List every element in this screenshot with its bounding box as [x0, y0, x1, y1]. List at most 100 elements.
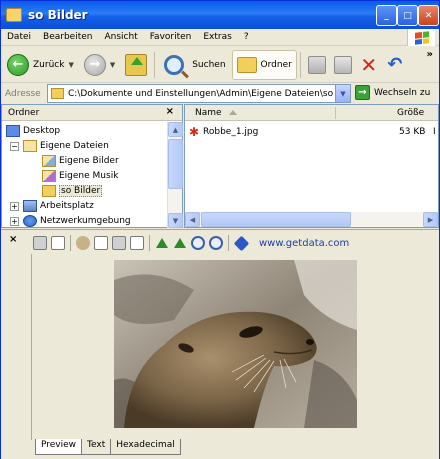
tree-item-label: Eigene Dateien — [40, 141, 109, 151]
folder-pane-close-button[interactable]: × — [166, 106, 174, 117]
view-icon[interactable] — [76, 236, 90, 250]
scroll-right-icon[interactable]: ▶ — [423, 212, 438, 227]
copy-to-icon[interactable] — [333, 55, 352, 74]
tree-item-label: Eigene Musik — [59, 171, 119, 181]
address-dropdown-icon[interactable]: ▼ — [335, 85, 350, 102]
search-label: Suchen — [192, 59, 226, 70]
go-button[interactable]: → Wechseln zu — [355, 85, 430, 100]
column-header-size[interactable]: Größe — [397, 108, 424, 118]
properties-icon[interactable] — [51, 236, 65, 250]
menu-bar: Datei Bearbeiten Ansicht Favoriten Extra… — [1, 29, 439, 46]
jpg-file-icon: ✱ — [189, 125, 200, 139]
forward-arrow-icon: → — [83, 53, 106, 76]
maximize-button[interactable]: □ — [397, 5, 418, 26]
tab-preview[interactable]: Preview — [35, 439, 83, 455]
undo-icon[interactable]: ↶ — [386, 54, 404, 75]
open-folder-icon — [42, 185, 56, 197]
tree-item-eigene-bilder[interactable]: Eigene Bilder — [42, 154, 119, 168]
tree-item-eigene-musik[interactable]: Eigene Musik — [42, 169, 118, 183]
delete-icon[interactable]: ✕ — [360, 53, 378, 77]
menu-datei[interactable]: Datei — [1, 32, 37, 42]
menu-ansicht[interactable]: Ansicht — [98, 32, 143, 42]
scroll-up-icon[interactable]: ▲ — [168, 122, 183, 137]
column-divider[interactable] — [335, 107, 336, 119]
copy-icon[interactable] — [94, 236, 108, 250]
go-arrow-icon: → — [355, 85, 370, 100]
folders-icon — [236, 56, 257, 73]
column-header-name[interactable]: Name — [195, 108, 222, 118]
folder-pane: Ordner × Desktop − Eigene Dateien Eigene… — [1, 104, 183, 228]
forward-button[interactable]: → ▼ — [80, 50, 119, 80]
info-icon[interactable] — [233, 235, 250, 251]
forward-dropdown-icon[interactable]: ▼ — [110, 61, 115, 69]
windows-logo — [407, 29, 435, 46]
scroll-thumb[interactable] — [201, 212, 351, 227]
collapse-icon[interactable]: − — [10, 141, 19, 151]
file-row[interactable]: ✱ Robbe_1.jpg 53 KB I — [189, 125, 437, 139]
file-column-overflow: I — [433, 127, 436, 137]
tree-item-so-bilder[interactable]: so Bilder — [42, 184, 103, 198]
toolbar: ← Zurück ▼ → ▼ Suchen Ordner ✕ ↶ » — [1, 47, 439, 83]
window-title: so Bilder — [28, 8, 88, 22]
tree-item-label: so Bilder — [59, 185, 103, 197]
folders-label: Ordner — [260, 59, 292, 70]
tree-item-netzwerkumgebung[interactable]: + Netzwerkumgebung — [10, 214, 131, 228]
scroll-down-icon[interactable]: ▼ — [168, 213, 183, 228]
go-label: Wechseln zu — [374, 87, 431, 98]
view-mode-icon[interactable] — [33, 236, 47, 250]
expand-icon[interactable]: + — [10, 216, 19, 226]
scroll-left-icon[interactable]: ◀ — [185, 212, 200, 227]
zoom-out-icon[interactable] — [209, 236, 223, 250]
preview-close-button[interactable]: × — [9, 234, 17, 245]
maximize-icon: □ — [403, 10, 412, 21]
toolbar-separator — [299, 51, 301, 78]
address-path: C:\Dokumente und Einstellungen\Admin\Eig… — [68, 88, 351, 99]
menu-bearbeiten[interactable]: Bearbeiten — [37, 32, 98, 42]
toolbar-separator — [70, 235, 71, 251]
address-label: Adresse — [5, 88, 41, 99]
folders-button[interactable]: Ordner — [231, 49, 297, 80]
move-to-icon[interactable] — [307, 55, 326, 74]
toolbar-separator — [154, 51, 156, 78]
search-button[interactable]: Suchen — [160, 50, 229, 80]
print-icon[interactable] — [112, 236, 126, 250]
minimize-icon: _ — [384, 10, 389, 21]
back-button[interactable]: ← Zurück ▼ — [3, 50, 78, 80]
expand-icon[interactable]: + — [10, 201, 19, 211]
address-input[interactable]: C:\Dokumente und Einstellungen\Admin\Eig… — [47, 84, 351, 103]
close-button[interactable]: ✕ — [418, 5, 439, 26]
sort-ascending-icon — [229, 110, 237, 115]
file-list-scrollbar[interactable]: ◀ ▶ — [185, 212, 438, 227]
tree-item-eigene-dateien[interactable]: − Eigene Dateien — [10, 139, 109, 153]
toolbar-overflow-button[interactable]: » — [427, 49, 433, 60]
windows-flag-icon — [414, 30, 429, 45]
tab-hexadecimal[interactable]: Hexadecimal — [110, 439, 181, 455]
address-bar: Adresse C:\Dokumente und Einstellungen\A… — [1, 84, 439, 103]
back-arrow-icon: ← — [7, 53, 29, 76]
getdata-link[interactable]: www.getdata.com — [259, 238, 349, 249]
scroll-thumb[interactable] — [168, 139, 183, 189]
menu-favoriten[interactable]: Favoriten — [144, 32, 198, 42]
menu-help[interactable]: ? — [238, 32, 255, 42]
title-bar[interactable]: so Bilder _ □ ✕ — [1, 1, 439, 29]
toolbar-separator — [228, 235, 229, 251]
music-folder-icon — [42, 170, 56, 182]
tree-item-desktop[interactable]: Desktop — [6, 124, 60, 138]
save-icon[interactable] — [130, 236, 144, 250]
folder-pane-scrollbar[interactable]: ▲ ▼ — [167, 122, 183, 228]
rotate-right-icon[interactable] — [173, 236, 187, 250]
documents-folder-icon — [23, 140, 37, 152]
tree-item-arbeitsplatz[interactable]: + Arbeitsplatz — [10, 199, 94, 213]
menu-extras[interactable]: Extras — [197, 32, 237, 42]
file-list: Name Größe ✱ Robbe_1.jpg 53 KB I ◀ ▶ — [184, 104, 439, 228]
explorer-window: so Bilder _ □ ✕ Datei Bearbeiten Ansicht… — [0, 0, 440, 459]
file-name: Robbe_1.jpg — [203, 127, 259, 137]
tree-item-label: Arbeitsplatz — [40, 201, 94, 211]
up-button[interactable] — [121, 50, 151, 80]
zoom-in-icon[interactable] — [191, 236, 205, 250]
minimize-button[interactable]: _ — [376, 5, 397, 26]
tab-text[interactable]: Text — [81, 439, 112, 455]
rotate-left-icon[interactable] — [155, 236, 169, 250]
back-dropdown-icon[interactable]: ▼ — [68, 61, 73, 69]
desktop-icon — [6, 125, 20, 137]
